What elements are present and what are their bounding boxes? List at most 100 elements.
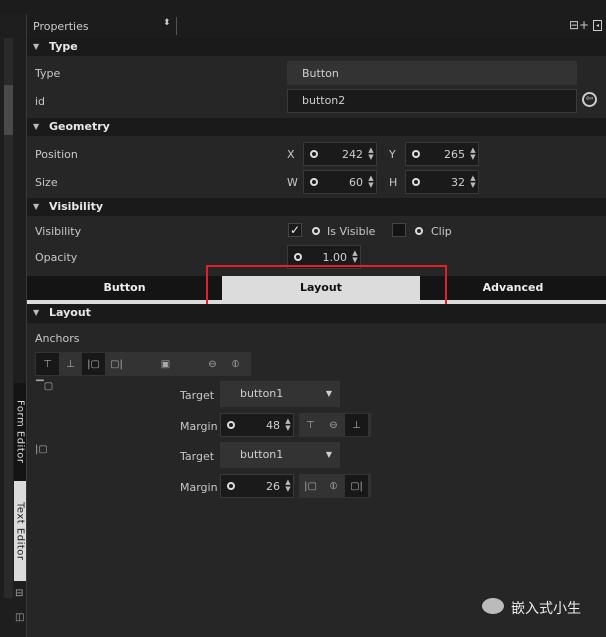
spin-arrows-icon[interactable]: ▲ ▼ bbox=[283, 479, 293, 493]
panel-title: Properties bbox=[33, 20, 89, 33]
target-hcenter-icon[interactable]: ⦶ bbox=[322, 475, 345, 497]
anchors-label: Anchors bbox=[35, 332, 80, 345]
id-label: id bbox=[35, 95, 46, 108]
x-spinbox[interactable]: 242 ▲ ▼ bbox=[303, 142, 377, 166]
type-value: Button bbox=[287, 61, 577, 85]
tab-advanced[interactable]: Advanced bbox=[420, 276, 606, 300]
margin-value: 48 bbox=[266, 418, 280, 432]
clip-label: Clip bbox=[431, 225, 452, 238]
collapse-icon: ▼ bbox=[33, 202, 40, 211]
target-value: button1 bbox=[240, 448, 284, 461]
split-add-icon[interactable]: ⊟+ bbox=[569, 18, 589, 32]
collapse-icon: ▼ bbox=[33, 122, 40, 131]
top-margin-spinbox[interactable]: 48 ▲ ▼ bbox=[220, 413, 294, 437]
divider bbox=[176, 17, 177, 35]
binding-dot-icon[interactable] bbox=[413, 225, 423, 237]
section-visibility[interactable]: ▼ Visibility bbox=[27, 198, 606, 216]
top-target-dropdown[interactable]: button1 ▼ bbox=[220, 381, 340, 407]
is-visible-checkbox[interactable]: ✓ bbox=[288, 223, 302, 237]
spin-arrows-icon[interactable]: ▲ ▼ bbox=[366, 175, 376, 189]
y-spinbox[interactable]: 265 ▲ ▼ bbox=[405, 142, 479, 166]
left-scrollbar-thumb[interactable] bbox=[4, 85, 13, 135]
opacity-value: 1.00 bbox=[322, 250, 348, 264]
target-left-icon[interactable]: |▢ bbox=[299, 475, 322, 497]
collapse-icon: ▼ bbox=[33, 308, 40, 317]
h-spinbox[interactable]: 32 ▲ ▼ bbox=[405, 170, 479, 194]
visibility-label: Visibility bbox=[35, 225, 82, 238]
anchor-hcenter-icon[interactable]: ⦶ bbox=[224, 353, 247, 375]
opacity-label: Opacity bbox=[35, 251, 78, 264]
binding-dot-icon[interactable] bbox=[412, 178, 420, 186]
chevron-down-icon: ▼ bbox=[325, 450, 332, 459]
anchors-toolbar: ⊤ ⊥ |▢ ▢| ▣ ⊖ ⦶ bbox=[35, 352, 251, 376]
properties-header bbox=[27, 14, 606, 40]
binding-dot-icon[interactable] bbox=[227, 421, 235, 429]
binding-dot-icon[interactable] bbox=[310, 225, 320, 237]
section-title: Layout bbox=[49, 306, 91, 319]
size-label: Size bbox=[35, 176, 58, 189]
margin-value: 26 bbox=[266, 479, 280, 493]
split-vertical-icon[interactable]: ◫ bbox=[15, 612, 24, 623]
close-panel-icon[interactable]: ◂ bbox=[593, 20, 602, 31]
collapse-icon: ▼ bbox=[33, 42, 40, 51]
section-geometry[interactable]: ▼ Geometry bbox=[27, 118, 606, 136]
section-layout[interactable]: ▼ Layout bbox=[27, 304, 606, 323]
target-right-icon[interactable]: ▢| bbox=[345, 475, 368, 497]
spin-arrows-icon[interactable]: ▲ ▼ bbox=[366, 147, 376, 161]
anchor-top-indicator-icon: ▔▢ bbox=[36, 381, 54, 392]
anchor-left-indicator-icon: |▢ bbox=[35, 444, 48, 455]
section-title: Visibility bbox=[49, 200, 104, 213]
position-label: Position bbox=[35, 148, 78, 161]
watermark: 嵌入式小生 bbox=[511, 601, 581, 617]
chevron-down-icon: ▼ bbox=[325, 389, 332, 398]
top-bar bbox=[0, 0, 606, 14]
target-bottom-icon[interactable]: ⊥ bbox=[345, 414, 368, 436]
wechat-logo-icon bbox=[482, 598, 504, 614]
properties-selector[interactable]: Properties bbox=[33, 20, 89, 33]
id-input[interactable]: button2 bbox=[287, 89, 577, 113]
section-type[interactable]: ▼ Type bbox=[27, 38, 606, 56]
spin-arrows-icon[interactable]: ▲ ▼ bbox=[468, 175, 478, 189]
x-label: X bbox=[287, 148, 295, 161]
tab-label: Text Editor bbox=[14, 501, 26, 561]
target-label: Target bbox=[180, 450, 215, 463]
left-margin-spinbox[interactable]: 26 ▲ ▼ bbox=[220, 474, 294, 498]
anchor-bottom-icon[interactable]: ⊥ bbox=[59, 353, 82, 375]
binding-dot-icon[interactable] bbox=[412, 150, 420, 158]
binding-dot-icon[interactable] bbox=[227, 482, 235, 490]
anchor-right-icon[interactable]: ▢| bbox=[105, 353, 128, 375]
target-value: button1 bbox=[240, 387, 284, 400]
anchor-vcenter-icon[interactable]: ⊖ bbox=[201, 353, 224, 375]
clip-checkbox[interactable] bbox=[392, 223, 406, 237]
left-target-dropdown[interactable]: button1 ▼ bbox=[220, 442, 340, 468]
w-label: W bbox=[287, 176, 298, 189]
spin-arrows-icon[interactable]: ▲ ▼ bbox=[350, 250, 360, 264]
tab-label: Form Editor bbox=[14, 400, 26, 464]
anchor-top-icon[interactable]: ⊤ bbox=[36, 353, 59, 375]
w-value: 60 bbox=[349, 175, 363, 189]
h-label: H bbox=[389, 176, 398, 189]
binding-dot-icon[interactable] bbox=[310, 150, 318, 158]
tab-form-editor[interactable]: Form Editor bbox=[14, 383, 26, 481]
h-value: 32 bbox=[451, 175, 465, 189]
updown-icon[interactable]: ⬍ bbox=[163, 18, 171, 28]
is-visible-label: Is Visible bbox=[327, 225, 376, 238]
spin-arrows-icon[interactable]: ▲ ▼ bbox=[283, 418, 293, 432]
tab-text-editor[interactable]: Text Editor bbox=[14, 481, 26, 581]
y-value: 265 bbox=[444, 147, 465, 161]
target-vcenter-icon[interactable]: ⊖ bbox=[322, 414, 345, 436]
y-label: Y bbox=[389, 148, 396, 161]
binding-dot-icon[interactable] bbox=[310, 178, 318, 186]
target-label: Target bbox=[180, 389, 215, 402]
binding-dot-icon[interactable] bbox=[294, 253, 302, 261]
binding-icon[interactable]: ⇦ bbox=[582, 92, 597, 107]
anchor-left-icon[interactable]: |▢ bbox=[82, 353, 105, 375]
target-top-icon[interactable]: ⊤ bbox=[299, 414, 322, 436]
margin-label: Margin bbox=[180, 481, 218, 494]
w-spinbox[interactable]: 60 ▲ ▼ bbox=[303, 170, 377, 194]
spin-arrows-icon[interactable]: ▲ ▼ bbox=[468, 147, 478, 161]
vertical-anchor-target-group: ⊤ ⊖ ⊥ bbox=[299, 413, 371, 437]
split-horizontal-icon[interactable]: ⊟ bbox=[15, 588, 23, 599]
tab-button[interactable]: Button bbox=[27, 276, 222, 300]
anchor-fill-icon[interactable]: ▣ bbox=[154, 353, 177, 375]
